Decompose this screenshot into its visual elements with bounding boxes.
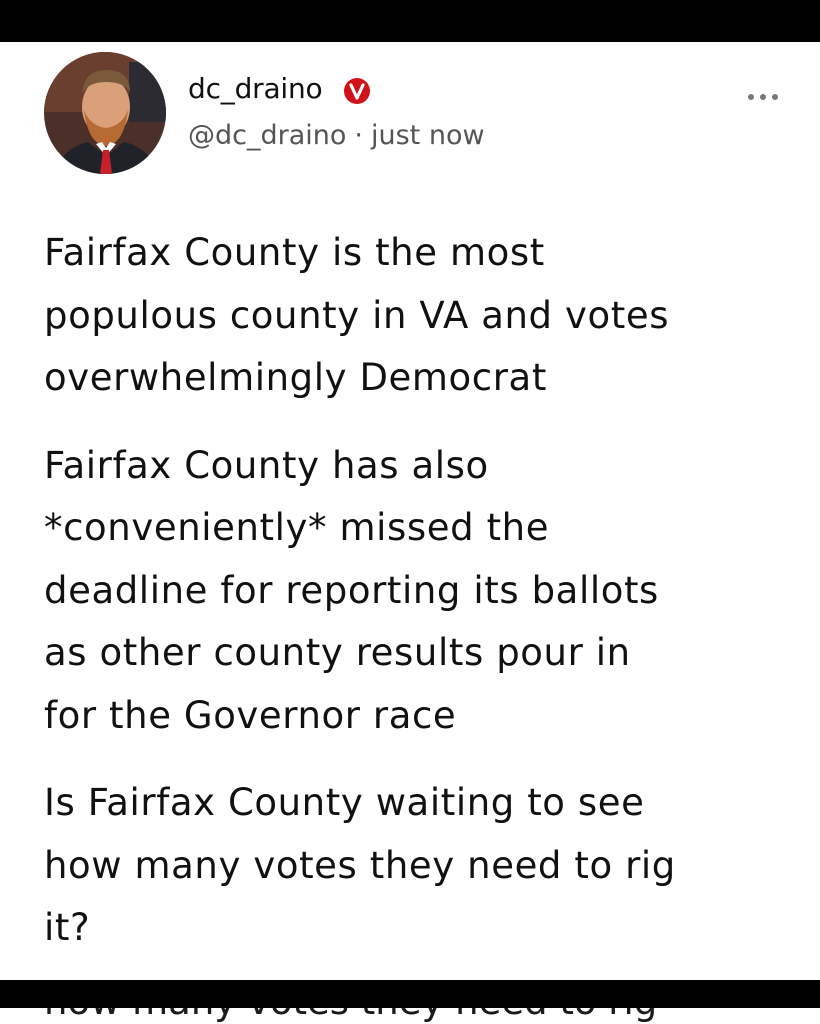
post-paragraph: Fairfax County is the most populous coun… [44, 231, 670, 399]
ellipsis-icon[interactable] [745, 90, 781, 104]
post-paragraph: Fairfax County has also *conveniently* m… [44, 443, 659, 737]
top-black-bar [0, 0, 820, 42]
author-handle[interactable]: @dc_draino [188, 120, 346, 151]
author-meta: @dc_draino · just now [188, 120, 485, 151]
cut-off-text-strip: how many votes they need to rig [0, 1008, 820, 1024]
meta-separator: · [354, 120, 363, 151]
post-text: Fairfax County is the most populous coun… [44, 222, 794, 980]
author-display-name[interactable]: dc_draino [188, 72, 323, 105]
post-paragraph: Is Fairfax County waiting to see how man… [44, 781, 676, 949]
cut-off-text: how many votes they need to rig [44, 1008, 657, 1023]
avatar-photo [44, 52, 166, 174]
post-timestamp: just now [371, 120, 485, 151]
avatar[interactable] [44, 52, 166, 174]
verified-badge-icon [344, 78, 370, 104]
post-card: dc_draino @dc_draino · just now Fairfax Co… [0, 42, 820, 980]
